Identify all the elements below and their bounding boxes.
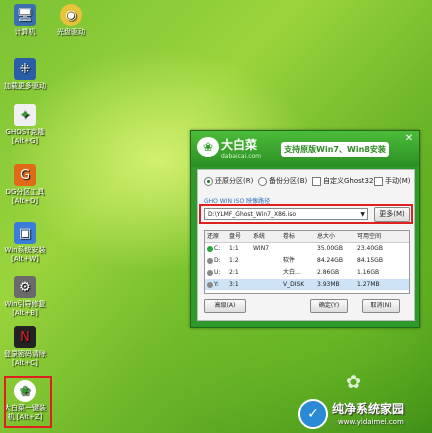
desktop-icon-load-drivers[interactable]: ⁜ 加载更多驱动 [2, 58, 48, 91]
disk-num: 3:1 [229, 281, 239, 288]
restore-label: 还原分区(R) [215, 177, 254, 185]
col-system: 系统 [253, 233, 266, 240]
desktop-icon-ghost[interactable]: ✦ GHOST克隆 [Alt+G] [2, 104, 48, 146]
col-total: 总大小 [317, 233, 336, 240]
volume-label: 软件 [283, 257, 296, 264]
backup-label: 备份分区(B) [269, 177, 308, 185]
ghost-icon: ✦ [14, 104, 36, 126]
total-size: 35.00GB [317, 245, 343, 252]
drive-letter: Y: [214, 281, 219, 288]
more-button[interactable]: 更多(M) [374, 207, 410, 222]
desktop-icon-password-clear[interactable]: N 登录密码清除 [Alt+C] [2, 326, 48, 368]
installer-window: ❀ 大白菜 dabaicai.com 支持原版Win7、Win8安装 ✕ 还原分… [190, 130, 420, 328]
desktop-icon-label: 登录密码清除 [Alt+C] [4, 350, 46, 367]
disk-num: 2:1 [229, 269, 239, 276]
table-row[interactable]: C: 1:1 WIN7 35.00GB 23.40GB [205, 243, 409, 254]
password-clear-icon: N [14, 326, 36, 348]
watermark-name: 纯净系统家园 [332, 402, 405, 416]
ok-button[interactable]: 确定(Y) [310, 299, 348, 313]
system: WIN7 [253, 245, 270, 252]
chevron-down-icon[interactable]: ▼ [360, 209, 365, 221]
disc-icon: ◉ [60, 4, 82, 26]
volume-label: 大白... [283, 269, 301, 276]
drive-letter: C: [214, 245, 221, 252]
manual-label: 手动(M) [385, 177, 411, 185]
drive-letter: D: [214, 257, 221, 264]
col-restore: 还原 [207, 233, 220, 240]
desktop-icon-label: Win引导修复 [Alt+B] [4, 300, 46, 317]
desktop-icon-dg[interactable]: G DG分区工具 [Alt+D] [2, 164, 48, 206]
desktop-icon-computer[interactable]: 🖥 计算机 [2, 4, 48, 37]
partition-table: 还原 盘号 系统 卷标 总大小 可用空间 C: 1:1 WIN7 35.00GB… [204, 230, 410, 294]
check-drive-icon [207, 245, 213, 252]
free-space: 1.16GB [357, 269, 380, 276]
desktop-icon-label: DG分区工具 [Alt+D] [5, 188, 45, 205]
grid-icon: ⁜ [14, 58, 36, 80]
table-header: 还原 盘号 系统 卷标 总大小 可用空间 [205, 231, 409, 243]
disk-num: 1:2 [229, 257, 239, 264]
dg-icon: G [14, 164, 36, 186]
brand-name: 大白菜 [221, 138, 258, 152]
manual-option[interactable]: 手动(M) [374, 176, 411, 186]
icon-highlight-frame [4, 376, 52, 428]
total-size: 3.93MB [317, 281, 340, 288]
desktop-icon-disc[interactable]: ◉ 光盘驱动 [48, 4, 94, 37]
table-row[interactable]: D: 1:2 软件 84.24GB 84.15GB [205, 255, 409, 266]
backup-option[interactable]: 备份分区(B) [258, 176, 307, 186]
free-space: 1.27MB [357, 281, 380, 288]
desktop-icon-label: 加载更多驱动 [4, 82, 46, 90]
cabbage-logo-icon: ❀ [197, 137, 219, 157]
desktop-icon-label: GHOST克隆 [Alt+G] [5, 128, 45, 145]
image-path-value: D:\YLMF_Ghost_Win7_X86.iso [208, 211, 297, 218]
custom-ghost-label: 自定义Ghost32 [323, 177, 374, 185]
desktop-icon-label: 光盘驱动 [57, 28, 85, 36]
main-panel: 还原分区(R) 备份分区(B) 自定义Ghost32 手动(M) GHO WIN… [197, 169, 415, 321]
free-space: 84.15GB [357, 257, 383, 264]
watermark: ✓ 纯净系统家园 www.yidaimei.com [292, 396, 432, 433]
radio-backup[interactable] [258, 176, 267, 186]
drive-letter: U: [214, 269, 221, 276]
close-button[interactable]: ✕ [403, 133, 415, 145]
drive-icon [207, 281, 213, 288]
advanced-button[interactable]: 高级(A) [204, 299, 246, 313]
watermark-logo-icon: ✓ [298, 399, 328, 429]
radio-restore[interactable] [204, 176, 213, 186]
total-size: 2.86GB [317, 269, 340, 276]
paw-icon: ✿ [346, 372, 362, 393]
table-row-selected[interactable]: Y: 3:1 V_DISK 3.93MB 1.27MB [205, 279, 409, 290]
checkbox-manual[interactable] [374, 176, 383, 186]
watermark-url: www.yidaimei.com [338, 418, 404, 426]
col-disk-num: 盘号 [229, 233, 242, 240]
total-size: 84.24GB [317, 257, 343, 264]
desktop-icon-boot-repair[interactable]: ⚙ Win引导修复 [Alt+B] [2, 276, 48, 318]
col-label: 卷标 [283, 233, 296, 240]
image-path-select[interactable]: D:\YLMF_Ghost_Win7_X86.iso ▼ [204, 208, 368, 220]
custom-ghost-option[interactable]: 自定义Ghost32 [312, 176, 373, 186]
repair-icon: ⚙ [14, 276, 36, 298]
free-space: 23.40GB [357, 245, 383, 252]
title-bar[interactable]: ❀ 大白菜 dabaicai.com 支持原版Win7、Win8安装 ✕ [191, 131, 419, 167]
restore-option[interactable]: 还原分区(R) [204, 176, 253, 186]
slogan-banner: 支持原版Win7、Win8安装 [281, 142, 389, 157]
table-row[interactable]: U: 2:1 大白... 2.86GB 1.16GB [205, 267, 409, 278]
desktop-icon-label: 计算机 [14, 28, 36, 36]
desktop-icon-label: Win系统安装 [Alt+W] [4, 246, 46, 263]
computer-icon: 🖥 [14, 4, 36, 26]
brand-domain: dabaicai.com [221, 153, 262, 160]
usb-drive-icon [207, 269, 213, 276]
volume-label: V_DISK [283, 281, 305, 288]
windows-install-icon: ▣ [14, 222, 36, 244]
drive-icon [207, 257, 213, 264]
checkbox-custom-ghost[interactable] [312, 176, 321, 186]
desktop-icon-win-install[interactable]: ▣ Win系统安装 [Alt+W] [2, 222, 48, 264]
cancel-button[interactable]: 取消(N) [362, 299, 400, 313]
disk-num: 1:1 [229, 245, 239, 252]
col-free: 可用空间 [357, 233, 382, 240]
